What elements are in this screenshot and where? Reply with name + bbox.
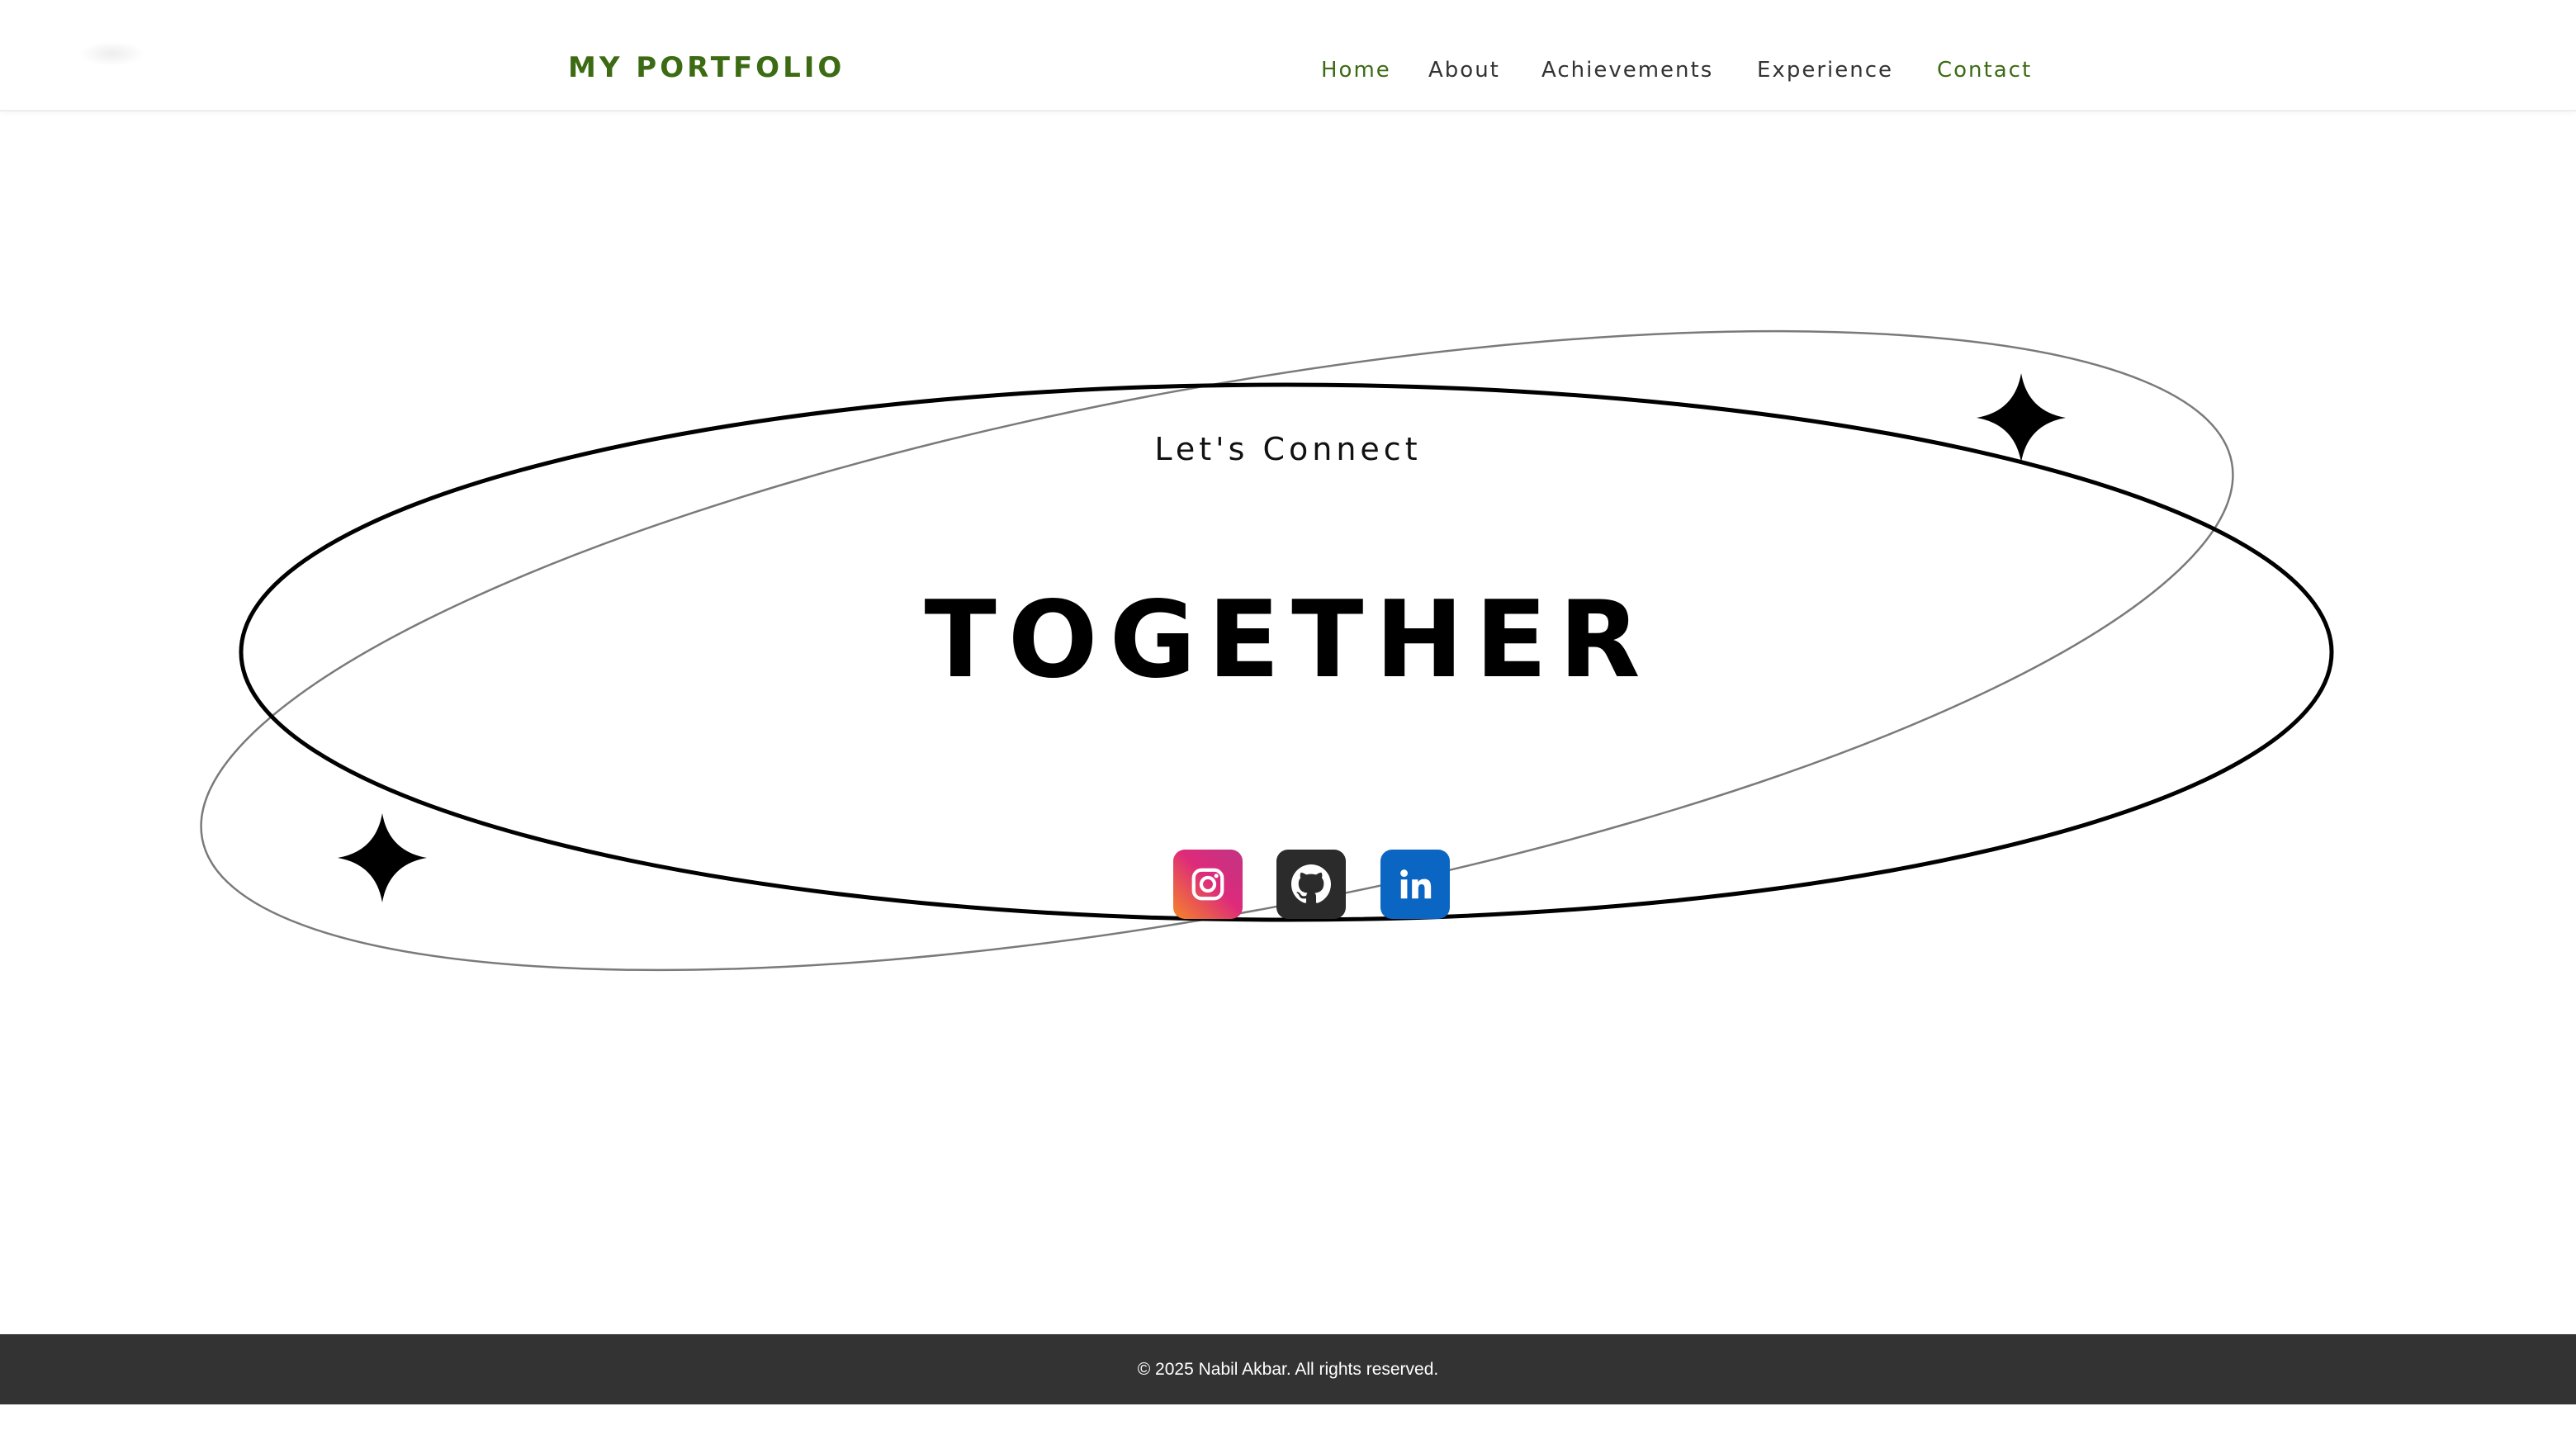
linkedin-icon [1400,869,1432,899]
contact-page: MY PORTFOLIO Home About Achievements Exp… [0,0,2576,1449]
instagram-button[interactable] [1173,850,1243,919]
hero-headline: TOGETHER [924,579,1652,702]
github-button[interactable] [1276,850,1346,919]
github-icon [1291,864,1331,903]
copyright-text: © 2025 Nabil Akbar. All rights reserved. [1137,1359,1439,1379]
orbit-decoration [200,329,2334,972]
linkedin-button[interactable] [1380,850,1450,919]
sparkle-icon [338,813,427,902]
site-footer: © 2025 Nabil Akbar. All rights reserved. [0,1334,2576,1404]
instagram-icon [1191,868,1224,901]
hero-subtitle: Let's Connect [1154,431,1422,467]
